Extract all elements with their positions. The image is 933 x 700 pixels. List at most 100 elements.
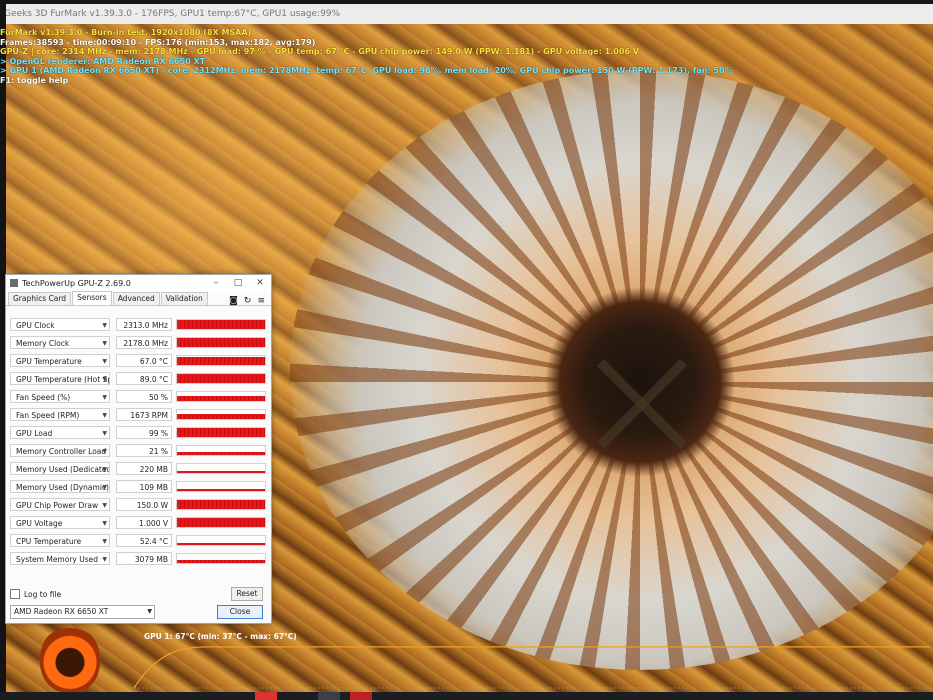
- gpuz-window[interactable]: TechPowerUp GPU-Z 2.69.0 – □ ✕ Graphics …: [5, 274, 272, 624]
- close-button[interactable]: Close: [217, 605, 263, 619]
- temperature-graph-label: GPU 1: 67°C (min: 37°C - max: 67°C): [144, 632, 297, 641]
- sensor-graph-fill: [177, 427, 265, 437]
- sensor-graph: [176, 408, 266, 420]
- sensor-label: GPU Chip Power Draw: [16, 500, 99, 510]
- sensor-label-dropdown[interactable]: GPU Temperature (Hot Spot)▼: [10, 371, 110, 385]
- sensor-label-dropdown[interactable]: System Memory Used ▼: [10, 551, 110, 565]
- device-select[interactable]: AMD Radeon RX 6650 XT ▼: [10, 605, 155, 619]
- refresh-icon[interactable]: ↻: [244, 296, 252, 306]
- sensor-label: Memory Controller Load: [16, 446, 107, 456]
- osd-line: > GPU 1 (AMD Radeon RX 6650 XT) - core: …: [0, 66, 733, 75]
- log-to-file-row[interactable]: Log to file: [10, 587, 267, 601]
- sensor-graph: [176, 372, 266, 384]
- sensor-label-dropdown[interactable]: CPU Temperature ▼: [10, 533, 110, 547]
- sensor-label: GPU Clock: [16, 320, 55, 330]
- sensor-graph: [176, 444, 266, 456]
- tab-sensors[interactable]: Sensors: [72, 291, 112, 305]
- chevron-down-icon: ▼: [102, 501, 107, 509]
- sensor-value: 99 %: [116, 425, 172, 439]
- taskbar: [0, 692, 933, 700]
- tab-advanced[interactable]: Advanced: [112, 292, 160, 305]
- sensor-value: 67.0 °C: [116, 353, 172, 367]
- chevron-down-icon: ▼: [102, 411, 107, 419]
- sensor-row: GPU Clock ▼ 2313.0 MHz: [10, 315, 267, 333]
- sensor-value: 1.000 V: [116, 515, 172, 529]
- gpuz-title: TechPowerUp GPU-Z 2.69.0: [22, 278, 131, 288]
- sensor-value: 21 %: [116, 443, 172, 457]
- temperature-line: [133, 646, 930, 689]
- osd-line: FurMark v1.39.3.0 - Burn-in test, 1920x1…: [0, 28, 252, 37]
- sensor-label-dropdown[interactable]: Memory Controller Load ▼: [10, 443, 110, 457]
- camera-icon[interactable]: ◙: [229, 296, 238, 306]
- sensor-graph-fill: [177, 396, 265, 401]
- sensor-value: 50 %: [116, 389, 172, 403]
- taskbar-app-icon[interactable]: [318, 692, 340, 700]
- furmark-osd: FurMark v1.39.3.0 - Burn-in test, 1920x1…: [0, 28, 733, 85]
- taskbar-app-icon[interactable]: [350, 692, 372, 700]
- sensor-label: Fan Speed (RPM): [16, 410, 80, 420]
- sensor-label-dropdown[interactable]: GPU Temperature ▼: [10, 353, 110, 367]
- sensor-graph-fill: [177, 451, 265, 455]
- sensor-graph-fill: [177, 319, 265, 329]
- sensor-graph-fill: [177, 337, 265, 347]
- sensor-row: System Memory Used ▼ 3079 MB: [10, 549, 267, 567]
- sensor-label-dropdown[interactable]: GPU Clock ▼: [10, 317, 110, 331]
- device-select-value: AMD Radeon RX 6650 XT: [14, 607, 109, 616]
- furmark-logo: [40, 625, 100, 693]
- sensor-graph: [176, 534, 266, 546]
- chevron-down-icon: ▼: [102, 537, 107, 545]
- sensor-row: Fan Speed (%) ▼ 50 %: [10, 387, 267, 405]
- window-title[interactable]: Geeks 3D FurMark v1.39.3.0 - 176FPS, GPU…: [0, 4, 933, 24]
- close-icon[interactable]: ✕: [249, 278, 271, 288]
- sensor-label-dropdown[interactable]: Memory Used (Dedicated) ▼: [10, 461, 110, 475]
- sensor-graph-fill: [177, 413, 265, 419]
- sensor-value: 220 MB: [116, 461, 172, 475]
- sensor-graph: [176, 318, 266, 330]
- menu-icon[interactable]: ≡: [257, 296, 265, 306]
- sensor-row: GPU Temperature ▼ 67.0 °C: [10, 351, 267, 369]
- temperature-graph: GPU 1: 67°C (min: 37°C - max: 67°C): [130, 632, 933, 694]
- sensor-label: CPU Temperature: [16, 536, 82, 546]
- temperature-graph-svg: [130, 646, 933, 689]
- osd-line: Frames:38593 - time:00:09:10 - FPS:176 (…: [0, 37, 316, 47]
- sensor-row: GPU Chip Power Draw ▼ 150.0 W: [10, 495, 267, 513]
- sensor-label: GPU Voltage: [16, 518, 63, 528]
- maximize-icon[interactable]: □: [227, 278, 249, 288]
- sensor-row: GPU Temperature (Hot Spot)▼ 89.0 °C: [10, 369, 267, 387]
- minimize-icon[interactable]: –: [205, 278, 227, 288]
- sensor-graph-fill: [177, 559, 265, 563]
- gpuz-titlebar[interactable]: TechPowerUp GPU-Z 2.69.0 – □ ✕: [6, 275, 271, 291]
- sensor-label-dropdown[interactable]: Memory Used (Dynamic) ▼: [10, 479, 110, 493]
- sensor-label-dropdown[interactable]: GPU Chip Power Draw ▼: [10, 497, 110, 511]
- sensor-value: 150.0 W: [116, 497, 172, 511]
- reset-button[interactable]: Reset: [231, 587, 263, 601]
- sensor-graph-fill: [177, 356, 265, 365]
- chevron-down-icon: ▼: [102, 555, 107, 563]
- sensor-label-dropdown[interactable]: Fan Speed (%) ▼: [10, 389, 110, 403]
- sensor-row: Fan Speed (RPM) ▼ 1673 RPM: [10, 405, 267, 423]
- osd-line: > OpenGL renderer: AMD Radeon RX 6650 XT: [0, 56, 206, 66]
- log-to-file-checkbox[interactable]: [10, 589, 20, 599]
- tab-graphics-card[interactable]: Graphics Card: [8, 292, 72, 305]
- sensor-graph-fill: [177, 542, 265, 545]
- sensor-label-dropdown[interactable]: Memory Clock ▼: [10, 335, 110, 349]
- sensor-label: GPU Temperature: [16, 356, 82, 366]
- sensor-label-dropdown[interactable]: Fan Speed (RPM) ▼: [10, 407, 110, 421]
- sensor-label-dropdown[interactable]: GPU Voltage ▼: [10, 515, 110, 529]
- sensor-graph: [176, 390, 266, 402]
- sensor-row: Memory Used (Dynamic) ▼ 109 MB: [10, 477, 267, 495]
- tab-validation[interactable]: Validation: [160, 292, 208, 305]
- gpuz-footer: Log to file Reset AMD Radeon RX 6650 XT …: [10, 587, 267, 619]
- gpuz-toolbar: ◙ ↻ ≡: [229, 296, 265, 306]
- sensor-graph-fill: [177, 518, 265, 527]
- chevron-down-icon: ▼: [102, 483, 107, 491]
- sensor-value: 2178.0 MHz: [116, 335, 172, 349]
- taskbar-app-icon[interactable]: [255, 692, 277, 700]
- sensor-label-dropdown[interactable]: GPU Load ▼: [10, 425, 110, 439]
- sensor-row: CPU Temperature ▼ 52.4 °C: [10, 531, 267, 549]
- sensor-value: 3079 MB: [116, 551, 172, 565]
- sensor-graph: [176, 498, 266, 510]
- sensor-graph-fill: [177, 499, 265, 509]
- sensor-graph: [176, 462, 266, 474]
- chevron-down-icon: ▼: [147, 608, 152, 615]
